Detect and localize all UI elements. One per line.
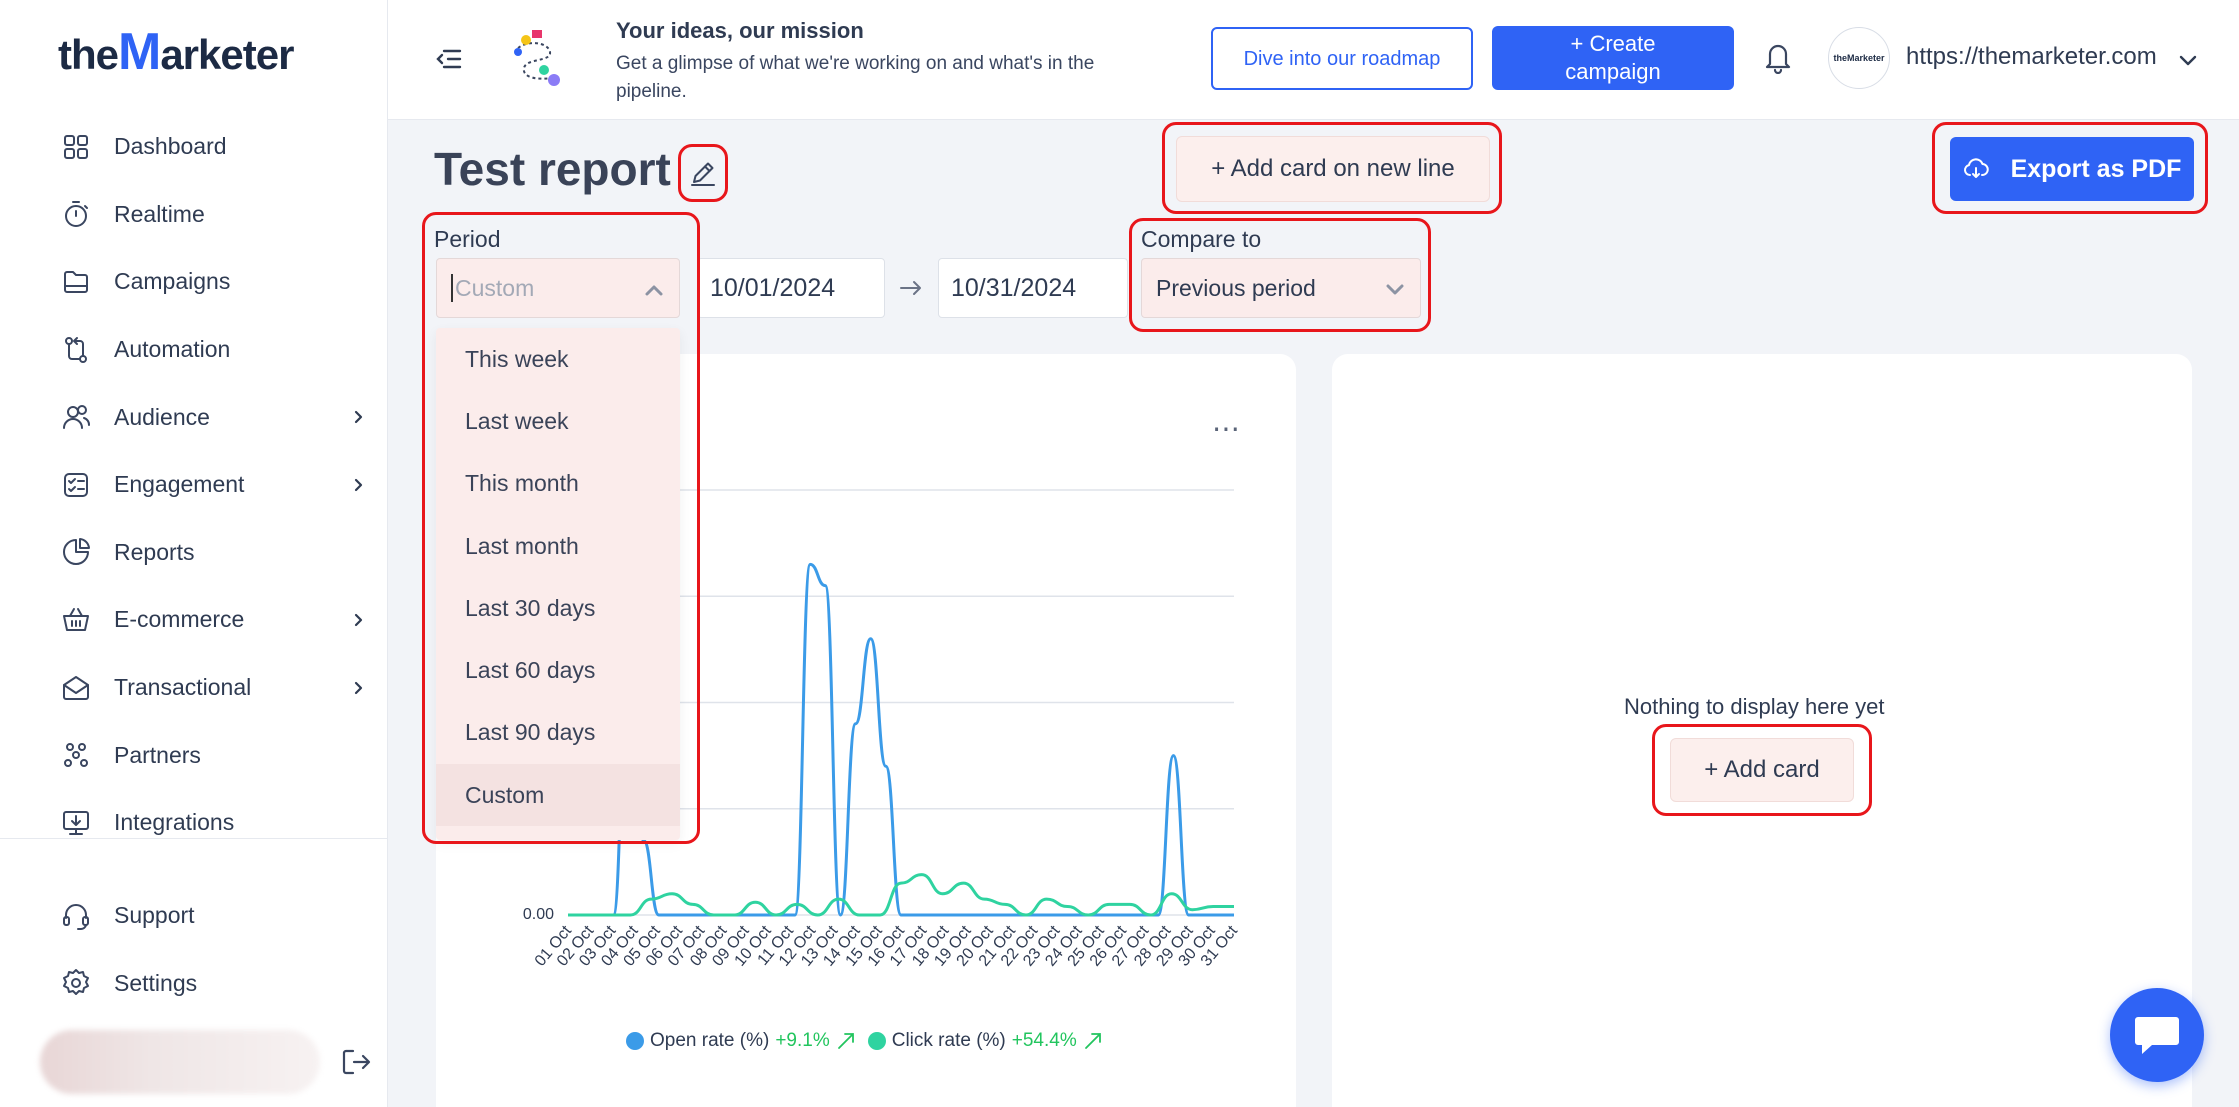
folder-icon xyxy=(64,270,88,293)
trend-up-icon xyxy=(837,1033,854,1049)
sidebar-item-campaigns[interactable]: Campaigns xyxy=(0,248,388,316)
sidebar-item-audience[interactable]: Audience xyxy=(0,383,388,451)
sidebar-nav-bottom: Support Settings xyxy=(0,882,388,1017)
chart-legend: Open rate (%) +9.1% Click rate (%) +54.4… xyxy=(626,1030,1115,1052)
legend-open-change: +9.1% xyxy=(775,1030,830,1051)
trend-up-icon xyxy=(1084,1033,1101,1049)
user-profile-blurred[interactable] xyxy=(40,1030,320,1094)
add-card-button[interactable]: + Add card xyxy=(1670,738,1854,802)
envelope-icon xyxy=(63,675,89,700)
sidebar-item-dashboard[interactable]: Dashboard xyxy=(0,113,388,181)
account-avatar[interactable]: theMarketer xyxy=(1828,27,1890,89)
highlight-compare xyxy=(1129,218,1431,332)
automation-icon xyxy=(65,336,87,363)
partners-icon xyxy=(64,743,88,768)
roadmap-button[interactable]: Dive into our roadmap xyxy=(1211,27,1473,90)
legend-open-label: Open rate (%) xyxy=(650,1030,770,1051)
sidebar-item-label: Dashboard xyxy=(114,133,227,160)
create-campaign-button[interactable]: + Create campaign xyxy=(1492,26,1734,90)
chat-button[interactable] xyxy=(2110,988,2204,1082)
sidebar-item-label: Engagement xyxy=(114,471,245,498)
sidebar-item-support[interactable]: Support xyxy=(0,882,388,950)
notification-bell-icon[interactable] xyxy=(1762,40,1794,74)
users-icon xyxy=(63,405,90,430)
sidebar-item-label: Reports xyxy=(114,538,195,565)
monitor-icon xyxy=(63,810,89,835)
sidebar-item-e-commerce[interactable]: E-commerce xyxy=(0,586,388,654)
legend-click-change: +54.4% xyxy=(1011,1030,1077,1051)
sidebar-item-reports[interactable]: Reports xyxy=(0,519,388,587)
sidebar: theMarketer Dashboard Realtime Campaigns Au… xyxy=(0,0,388,1107)
top-header: Your ideas, our mission Get a glimpse of… xyxy=(388,0,2239,120)
page-title: Test report xyxy=(434,143,671,195)
sidebar-item-label: Campaigns xyxy=(114,268,231,295)
sidebar-item-label: Audience xyxy=(114,403,210,430)
grid-icon xyxy=(64,134,88,159)
more-options-icon[interactable]: ⋯ xyxy=(1212,412,1242,445)
promo-title: Your ideas, our mission xyxy=(616,18,864,43)
legend-click-label: Click rate (%) xyxy=(891,1030,1006,1051)
edit-title-button[interactable] xyxy=(678,144,728,202)
series-line-click-rate xyxy=(568,873,1234,917)
chevron-down-icon[interactable] xyxy=(2178,50,2198,70)
add-card-new-line-button[interactable]: + Add card on new line xyxy=(1176,136,1490,202)
roadmap-illustration-icon xyxy=(514,30,560,86)
chevron-right-icon xyxy=(354,681,363,694)
sidebar-item-transactional[interactable]: Transactional xyxy=(0,654,388,722)
logo-text-m: M xyxy=(118,23,161,81)
sidebar-nav: Dashboard Realtime Campaigns Automation Audi… xyxy=(0,113,388,857)
sidebar-divider xyxy=(0,838,388,839)
sidebar-item-integrations[interactable]: Integrations xyxy=(0,789,388,857)
date-to-input[interactable]: 10/31/2024 xyxy=(938,258,1128,318)
sidebar-item-label: Partners xyxy=(114,741,201,768)
gear-icon xyxy=(63,969,89,996)
y-tick-label: 0.00 xyxy=(523,906,554,923)
chevron-right-icon xyxy=(354,613,363,627)
sidebar-item-label: Support xyxy=(114,902,195,929)
sidebar-item-engagement[interactable]: Engagement xyxy=(0,451,388,519)
promo-text: Get a glimpse of what we're working on a… xyxy=(616,53,1095,102)
sidebar-item-realtime[interactable]: Realtime xyxy=(0,181,388,249)
chevron-right-icon xyxy=(354,478,363,491)
legend-click-swatch xyxy=(867,1032,886,1050)
highlight-period xyxy=(422,212,700,844)
empty-state-text: Nothing to display here yet xyxy=(1624,694,1885,719)
logo-text-post: arketer xyxy=(160,31,294,78)
sidebar-item-label: Transactional xyxy=(114,674,252,701)
basket-icon xyxy=(63,607,89,631)
logo-text-pre: the xyxy=(58,31,119,78)
legend-open-swatch xyxy=(626,1032,644,1050)
pie-chart-icon xyxy=(63,538,90,566)
sidebar-item-label: Realtime xyxy=(114,200,205,227)
sidebar-item-partners[interactable]: Partners xyxy=(0,721,388,789)
export-pdf-button[interactable]: Export as PDF xyxy=(1950,137,2194,201)
stopwatch-icon xyxy=(65,201,88,228)
headset-icon xyxy=(63,903,89,930)
chat-bubble-icon xyxy=(2135,1017,2179,1054)
checklist-icon xyxy=(64,472,88,497)
cloud-download-icon xyxy=(1963,158,1989,178)
sidebar-item-settings[interactable]: Settings xyxy=(0,950,388,1018)
site-url[interactable]: https://themarketer.com xyxy=(1906,43,2157,71)
sidebar-item-label: Automation xyxy=(114,336,231,363)
arrow-right-icon xyxy=(900,281,921,295)
sidebar-item-label: E-commerce xyxy=(114,606,245,633)
sidebar-item-label: Integrations xyxy=(114,809,235,836)
date-from-input[interactable]: 10/01/2024 xyxy=(697,258,885,318)
logout-icon[interactable] xyxy=(340,1046,372,1078)
pencil-icon xyxy=(691,162,715,186)
collapse-menu-icon[interactable] xyxy=(434,44,464,74)
sidebar-item-automation[interactable]: Automation xyxy=(0,316,388,384)
brand-logo[interactable]: theMarketer xyxy=(58,22,294,82)
export-pdf-label: Export as PDF xyxy=(2010,154,2182,183)
sidebar-item-label: Settings xyxy=(114,969,198,996)
chevron-right-icon xyxy=(354,411,363,424)
